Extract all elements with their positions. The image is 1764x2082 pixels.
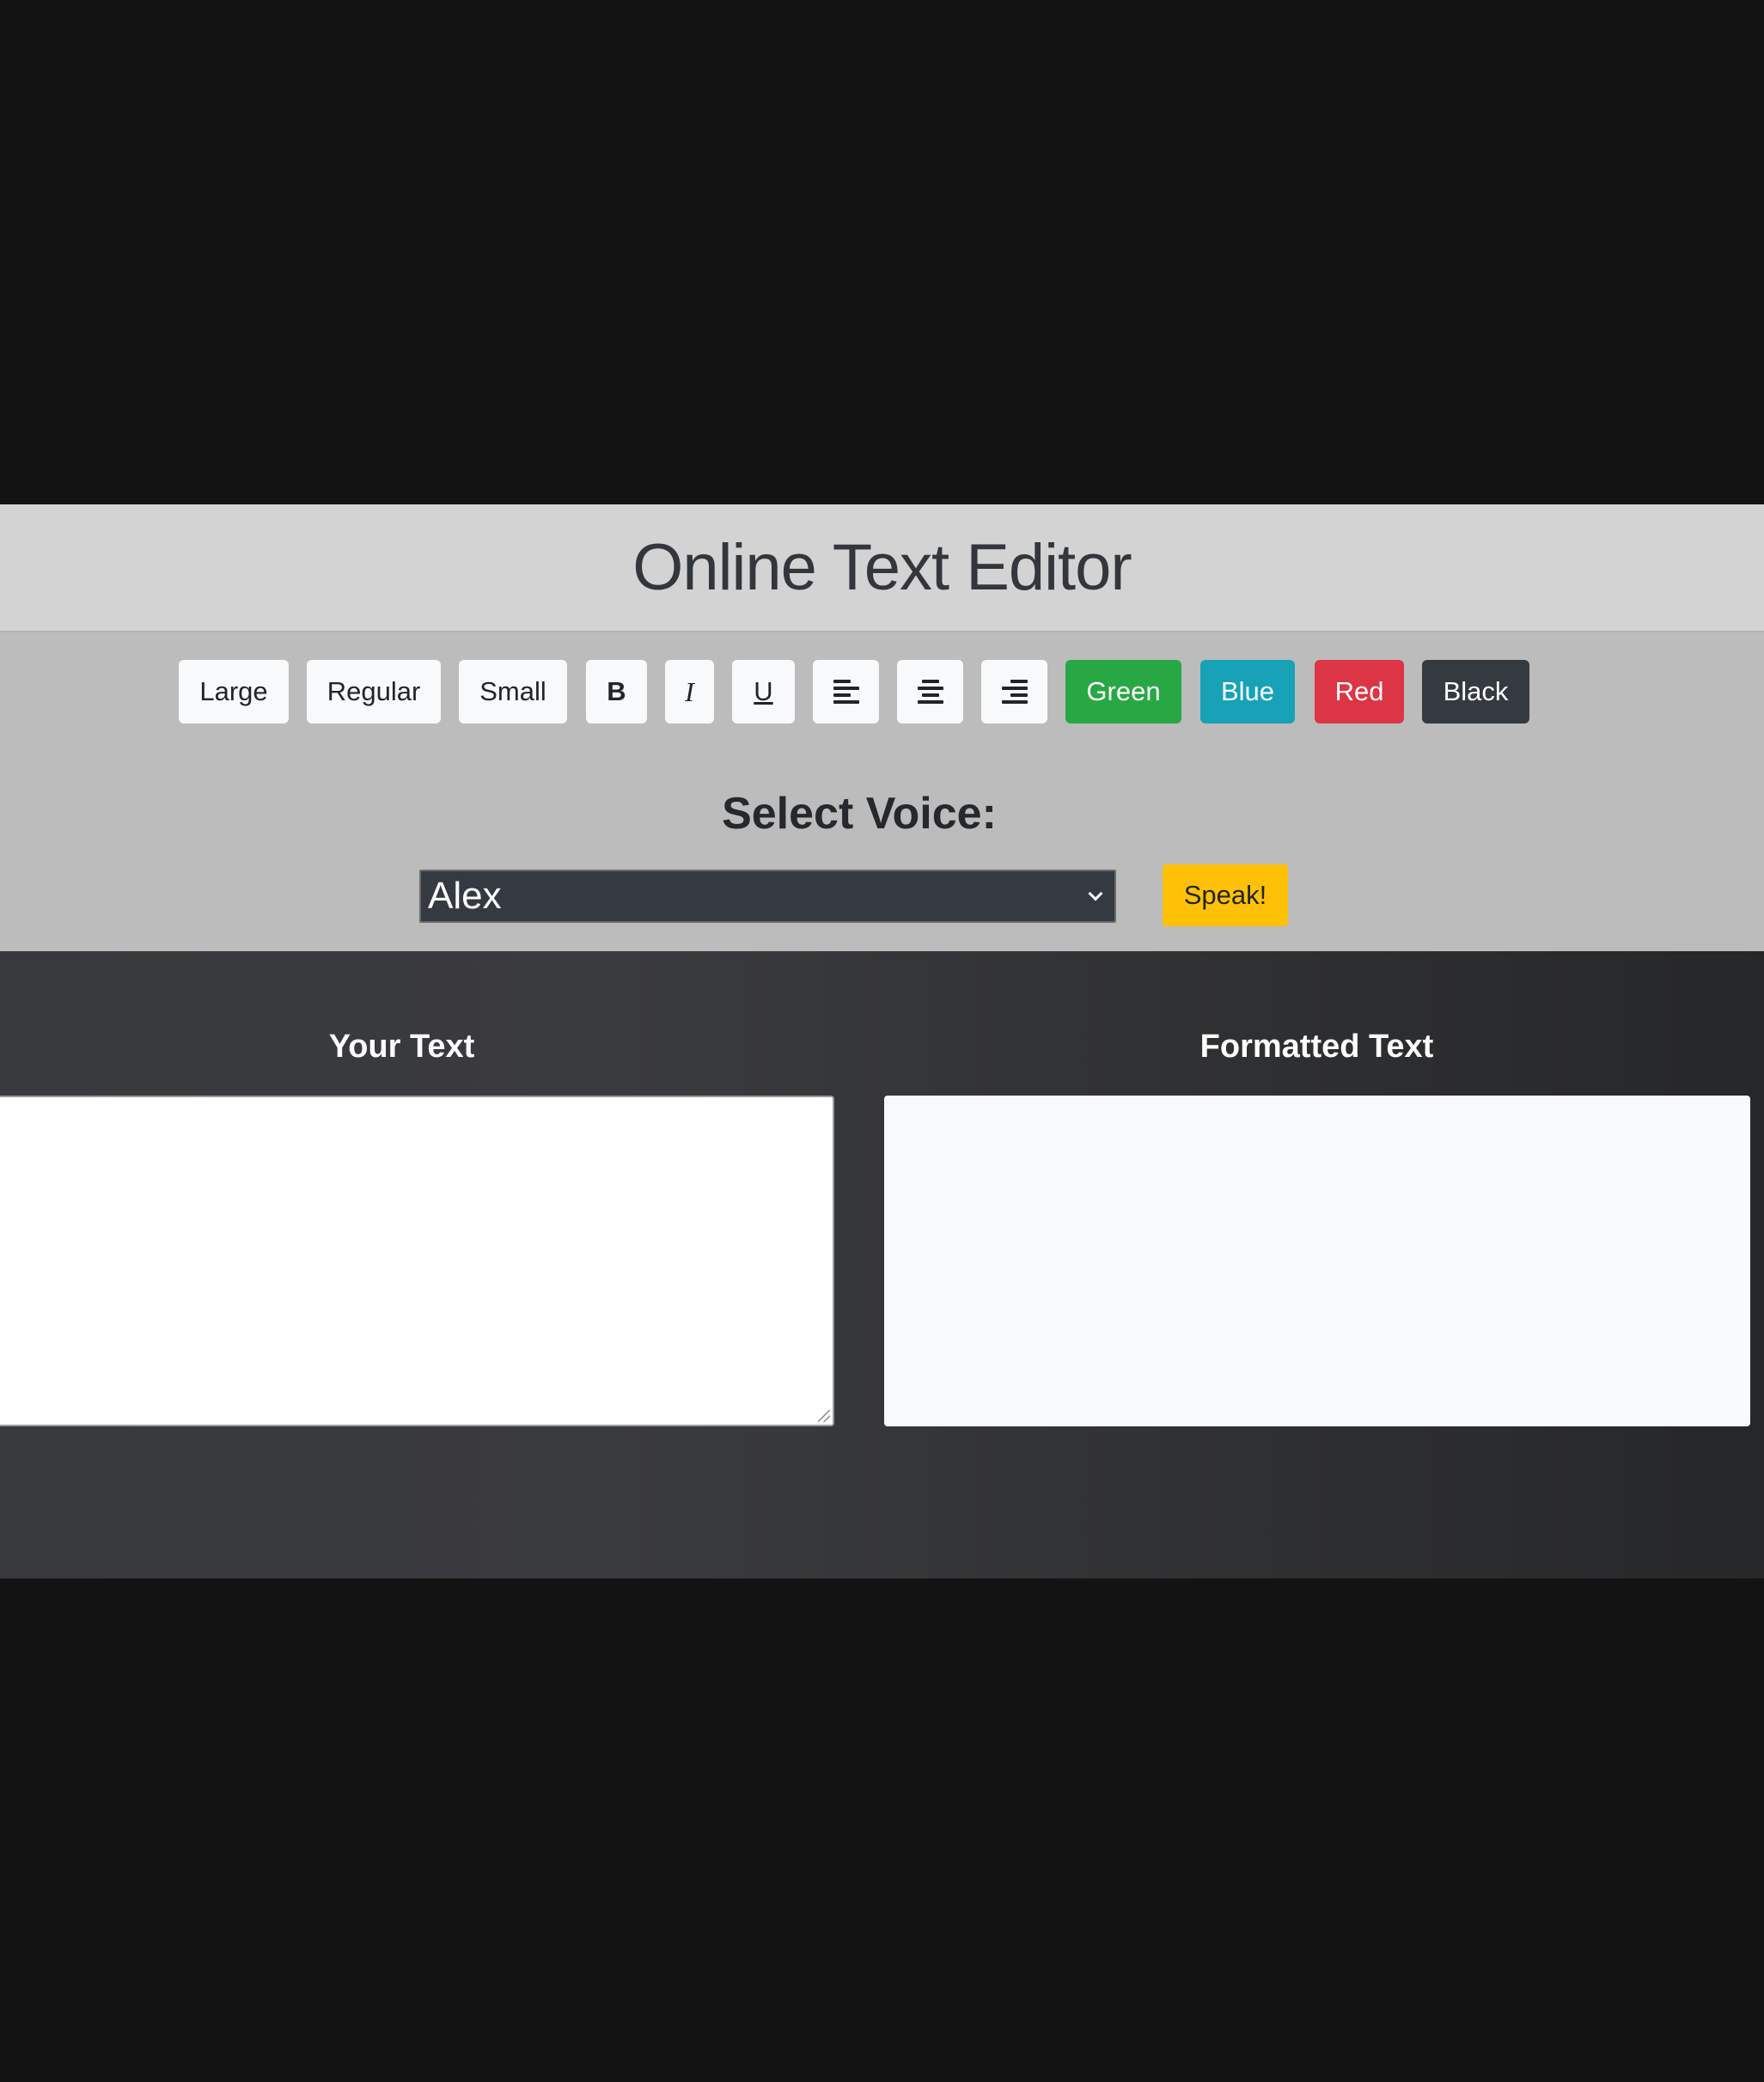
voice-selected-value: Alex — [428, 875, 502, 917]
align-center-button[interactable] — [897, 660, 963, 724]
chevron-down-icon — [1088, 886, 1103, 901]
format-toolbar: Large Regular Small B I U Green Blue Red… — [0, 660, 1764, 724]
bold-button[interactable]: B — [586, 660, 647, 724]
italic-label: I — [685, 675, 694, 707]
color-red-button[interactable]: Red — [1315, 660, 1404, 724]
output-title: Formatted Text — [1199, 1029, 1434, 1065]
color-green-button[interactable]: Green — [1065, 660, 1181, 724]
align-right-button[interactable] — [981, 660, 1047, 724]
align-left-button[interactable] — [813, 660, 879, 724]
underline-label: U — [754, 676, 773, 706]
input-title: Your Text — [328, 1029, 475, 1065]
page-header: Online Text Editor — [0, 504, 1764, 632]
editor-section: Your Text Formatted Text — [0, 951, 1764, 1578]
top-background — [0, 0, 1764, 504]
speak-button[interactable]: Speak! — [1163, 864, 1288, 926]
bottom-background — [0, 1578, 1764, 2082]
resize-handle-icon[interactable] — [818, 1410, 830, 1422]
underline-button[interactable]: U — [732, 660, 795, 724]
color-black-button[interactable]: Black — [1422, 660, 1529, 724]
text-input-area[interactable] — [0, 1096, 834, 1426]
voice-label: Select Voice: — [722, 789, 997, 839]
toolbar-panel: Large Regular Small B I U Green Blue Red… — [0, 632, 1764, 951]
size-small-button[interactable]: Small — [459, 660, 567, 724]
page-title: Online Text Editor — [632, 531, 1132, 604]
size-regular-button[interactable]: Regular — [307, 660, 441, 724]
italic-button[interactable]: I — [665, 660, 714, 724]
align-right-icon — [1001, 680, 1028, 704]
voice-select[interactable]: Alex — [419, 870, 1116, 923]
formatted-output-area — [884, 1096, 1750, 1426]
align-left-icon — [833, 680, 859, 704]
bold-label: B — [607, 676, 626, 706]
align-center-icon — [917, 680, 943, 704]
size-large-button[interactable]: Large — [179, 660, 289, 724]
color-blue-button[interactable]: Blue — [1200, 660, 1295, 724]
